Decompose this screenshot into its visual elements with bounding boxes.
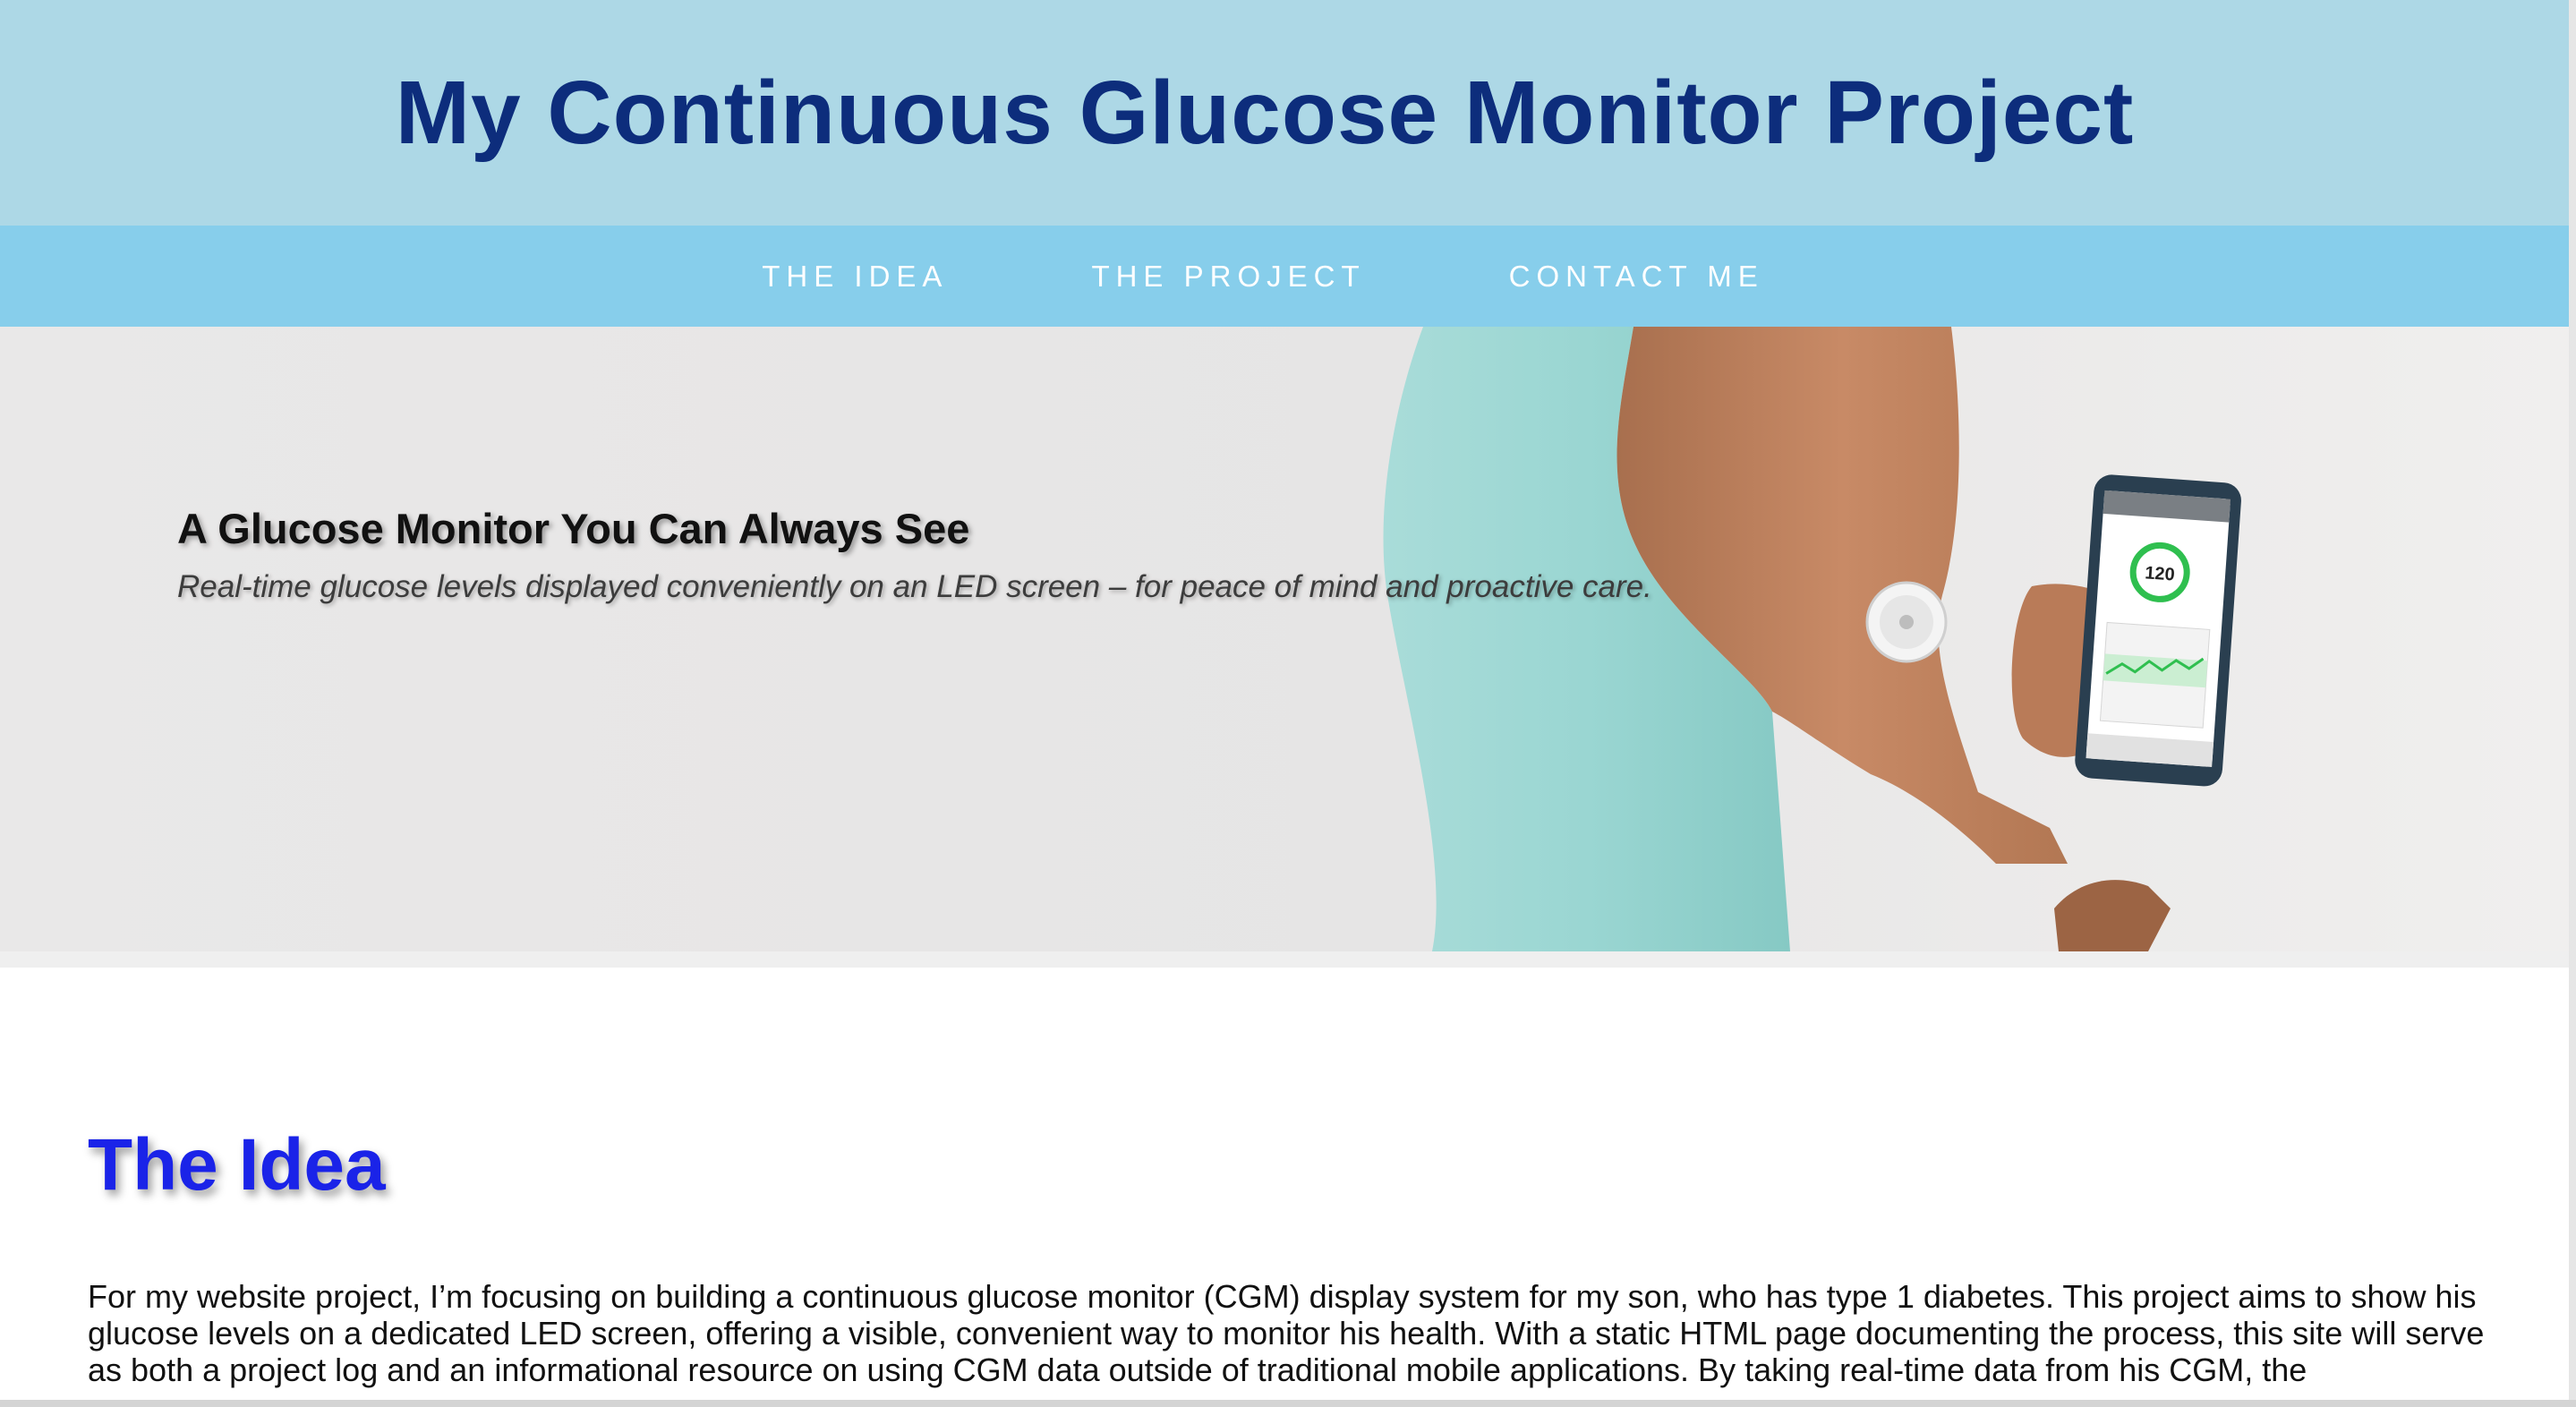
smartphone: 120	[2075, 474, 2241, 787]
nav-link-contact-me[interactable]: CONTACT ME	[1509, 260, 1764, 294]
window-right-edge	[2569, 0, 2576, 1407]
hero-heading: A Glucose Monitor You Can Always See	[177, 505, 970, 552]
nav-link-the-idea[interactable]: THE IDEA	[762, 260, 948, 294]
window-bottom-edge	[0, 1400, 2576, 1407]
phone-glucose-reading: 120	[2145, 563, 2176, 584]
site-header: My Continuous Glucose Monitor Project	[0, 0, 2569, 226]
hero-cgm-photo: 120	[1383, 327, 2241, 951]
lower-hand-shape	[2054, 880, 2171, 951]
hero-text: A Glucose Monitor You Can Always See Rea…	[177, 504, 1652, 605]
main-nav: THE IDEA THE PROJECT CONTACT ME	[0, 226, 2569, 327]
idea-section-heading: The Idea	[88, 1124, 386, 1206]
nav-link-the-project[interactable]: THE PROJECT	[1091, 260, 1365, 294]
hero-banner: 120 A Glucose Monitor You Can Always See…	[0, 327, 2569, 951]
hero-subheading: Real-time glucose levels displayed conve…	[177, 569, 1652, 604]
cgm-sensor	[1865, 581, 1948, 663]
hero-divider	[0, 951, 2569, 968]
idea-section-body: For my website project, I’m focusing on …	[88, 1278, 2485, 1388]
site-title: My Continuous Glucose Monitor Project	[395, 62, 2135, 163]
